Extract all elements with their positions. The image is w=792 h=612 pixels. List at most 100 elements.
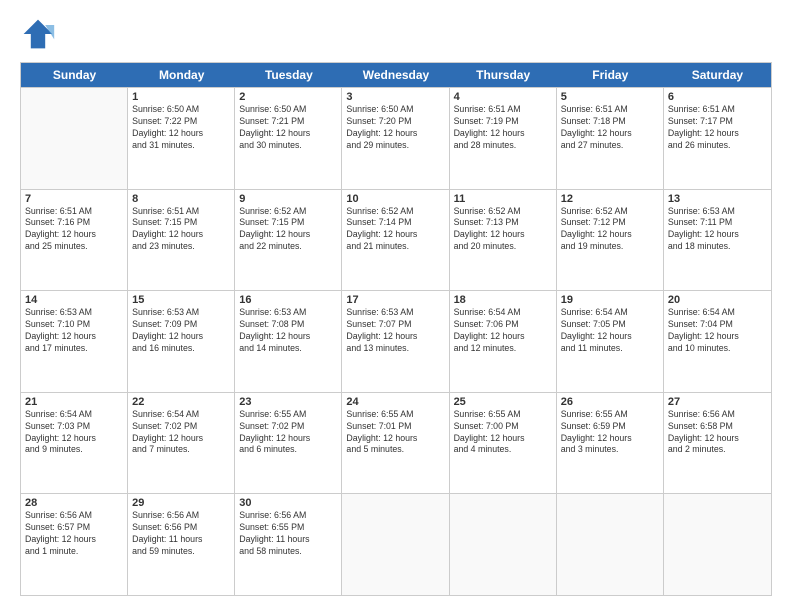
day-number: 21 — [25, 396, 123, 408]
day-info: Sunrise: 6:50 AM Sunset: 7:22 PM Dayligh… — [132, 104, 230, 152]
day-number: 19 — [561, 294, 659, 306]
day-number: 22 — [132, 396, 230, 408]
day-info: Sunrise: 6:53 AM Sunset: 7:07 PM Dayligh… — [346, 307, 444, 355]
day-info: Sunrise: 6:51 AM Sunset: 7:17 PM Dayligh… — [668, 104, 767, 152]
header-day-friday: Friday — [557, 63, 664, 87]
day-cell-7: 7Sunrise: 6:51 AM Sunset: 7:16 PM Daylig… — [21, 190, 128, 291]
day-number: 14 — [25, 294, 123, 306]
day-info: Sunrise: 6:52 AM Sunset: 7:15 PM Dayligh… — [239, 206, 337, 254]
day-cell-18: 18Sunrise: 6:54 AM Sunset: 7:06 PM Dayli… — [450, 291, 557, 392]
day-info: Sunrise: 6:54 AM Sunset: 7:03 PM Dayligh… — [25, 409, 123, 457]
day-info: Sunrise: 6:51 AM Sunset: 7:15 PM Dayligh… — [132, 206, 230, 254]
day-cell-3: 3Sunrise: 6:50 AM Sunset: 7:20 PM Daylig… — [342, 88, 449, 189]
page: SundayMondayTuesdayWednesdayThursdayFrid… — [0, 0, 792, 612]
day-number: 11 — [454, 193, 552, 205]
day-info: Sunrise: 6:53 AM Sunset: 7:09 PM Dayligh… — [132, 307, 230, 355]
day-number: 6 — [668, 91, 767, 103]
day-cell-29: 29Sunrise: 6:56 AM Sunset: 6:56 PM Dayli… — [128, 494, 235, 595]
day-number: 9 — [239, 193, 337, 205]
day-cell-1: 1Sunrise: 6:50 AM Sunset: 7:22 PM Daylig… — [128, 88, 235, 189]
day-number: 26 — [561, 396, 659, 408]
day-cell-12: 12Sunrise: 6:52 AM Sunset: 7:12 PM Dayli… — [557, 190, 664, 291]
day-cell-15: 15Sunrise: 6:53 AM Sunset: 7:09 PM Dayli… — [128, 291, 235, 392]
day-info: Sunrise: 6:51 AM Sunset: 7:16 PM Dayligh… — [25, 206, 123, 254]
day-number: 12 — [561, 193, 659, 205]
day-info: Sunrise: 6:56 AM Sunset: 6:58 PM Dayligh… — [668, 409, 767, 457]
day-cell-19: 19Sunrise: 6:54 AM Sunset: 7:05 PM Dayli… — [557, 291, 664, 392]
day-info: Sunrise: 6:54 AM Sunset: 7:02 PM Dayligh… — [132, 409, 230, 457]
day-info: Sunrise: 6:55 AM Sunset: 7:02 PM Dayligh… — [239, 409, 337, 457]
day-cell-27: 27Sunrise: 6:56 AM Sunset: 6:58 PM Dayli… — [664, 393, 771, 494]
week-row-5: 28Sunrise: 6:56 AM Sunset: 6:57 PM Dayli… — [21, 493, 771, 595]
week-row-2: 7Sunrise: 6:51 AM Sunset: 7:16 PM Daylig… — [21, 189, 771, 291]
logo — [20, 16, 60, 52]
day-number: 25 — [454, 396, 552, 408]
empty-cell — [557, 494, 664, 595]
day-number: 16 — [239, 294, 337, 306]
day-number: 24 — [346, 396, 444, 408]
day-cell-16: 16Sunrise: 6:53 AM Sunset: 7:08 PM Dayli… — [235, 291, 342, 392]
empty-cell — [664, 494, 771, 595]
day-cell-28: 28Sunrise: 6:56 AM Sunset: 6:57 PM Dayli… — [21, 494, 128, 595]
day-cell-4: 4Sunrise: 6:51 AM Sunset: 7:19 PM Daylig… — [450, 88, 557, 189]
day-number: 7 — [25, 193, 123, 205]
day-info: Sunrise: 6:54 AM Sunset: 7:04 PM Dayligh… — [668, 307, 767, 355]
day-number: 1 — [132, 91, 230, 103]
day-info: Sunrise: 6:53 AM Sunset: 7:08 PM Dayligh… — [239, 307, 337, 355]
day-cell-11: 11Sunrise: 6:52 AM Sunset: 7:13 PM Dayli… — [450, 190, 557, 291]
calendar: SundayMondayTuesdayWednesdayThursdayFrid… — [20, 62, 772, 596]
day-cell-6: 6Sunrise: 6:51 AM Sunset: 7:17 PM Daylig… — [664, 88, 771, 189]
day-number: 8 — [132, 193, 230, 205]
day-cell-5: 5Sunrise: 6:51 AM Sunset: 7:18 PM Daylig… — [557, 88, 664, 189]
day-info: Sunrise: 6:52 AM Sunset: 7:14 PM Dayligh… — [346, 206, 444, 254]
day-cell-9: 9Sunrise: 6:52 AM Sunset: 7:15 PM Daylig… — [235, 190, 342, 291]
day-number: 13 — [668, 193, 767, 205]
day-number: 17 — [346, 294, 444, 306]
day-info: Sunrise: 6:51 AM Sunset: 7:18 PM Dayligh… — [561, 104, 659, 152]
empty-cell — [450, 494, 557, 595]
week-row-3: 14Sunrise: 6:53 AM Sunset: 7:10 PM Dayli… — [21, 290, 771, 392]
day-info: Sunrise: 6:52 AM Sunset: 7:13 PM Dayligh… — [454, 206, 552, 254]
empty-cell — [342, 494, 449, 595]
header-day-monday: Monday — [128, 63, 235, 87]
calendar-header: SundayMondayTuesdayWednesdayThursdayFrid… — [21, 63, 771, 87]
header-day-thursday: Thursday — [450, 63, 557, 87]
day-number: 23 — [239, 396, 337, 408]
day-cell-23: 23Sunrise: 6:55 AM Sunset: 7:02 PM Dayli… — [235, 393, 342, 494]
day-cell-26: 26Sunrise: 6:55 AM Sunset: 6:59 PM Dayli… — [557, 393, 664, 494]
day-number: 3 — [346, 91, 444, 103]
day-number: 2 — [239, 91, 337, 103]
day-info: Sunrise: 6:50 AM Sunset: 7:21 PM Dayligh… — [239, 104, 337, 152]
day-cell-22: 22Sunrise: 6:54 AM Sunset: 7:02 PM Dayli… — [128, 393, 235, 494]
day-number: 30 — [239, 497, 337, 509]
day-info: Sunrise: 6:53 AM Sunset: 7:11 PM Dayligh… — [668, 206, 767, 254]
day-info: Sunrise: 6:55 AM Sunset: 6:59 PM Dayligh… — [561, 409, 659, 457]
day-info: Sunrise: 6:50 AM Sunset: 7:20 PM Dayligh… — [346, 104, 444, 152]
day-cell-21: 21Sunrise: 6:54 AM Sunset: 7:03 PM Dayli… — [21, 393, 128, 494]
day-cell-13: 13Sunrise: 6:53 AM Sunset: 7:11 PM Dayli… — [664, 190, 771, 291]
day-number: 5 — [561, 91, 659, 103]
day-info: Sunrise: 6:56 AM Sunset: 6:57 PM Dayligh… — [25, 510, 123, 558]
logo-icon — [20, 16, 56, 52]
day-cell-24: 24Sunrise: 6:55 AM Sunset: 7:01 PM Dayli… — [342, 393, 449, 494]
day-number: 15 — [132, 294, 230, 306]
day-cell-17: 17Sunrise: 6:53 AM Sunset: 7:07 PM Dayli… — [342, 291, 449, 392]
day-cell-8: 8Sunrise: 6:51 AM Sunset: 7:15 PM Daylig… — [128, 190, 235, 291]
week-row-4: 21Sunrise: 6:54 AM Sunset: 7:03 PM Dayli… — [21, 392, 771, 494]
day-info: Sunrise: 6:53 AM Sunset: 7:10 PM Dayligh… — [25, 307, 123, 355]
day-number: 29 — [132, 497, 230, 509]
day-number: 28 — [25, 497, 123, 509]
day-info: Sunrise: 6:56 AM Sunset: 6:56 PM Dayligh… — [132, 510, 230, 558]
header — [20, 16, 772, 52]
header-day-tuesday: Tuesday — [235, 63, 342, 87]
header-day-sunday: Sunday — [21, 63, 128, 87]
calendar-body: 1Sunrise: 6:50 AM Sunset: 7:22 PM Daylig… — [21, 87, 771, 595]
header-day-wednesday: Wednesday — [342, 63, 449, 87]
day-number: 18 — [454, 294, 552, 306]
day-cell-30: 30Sunrise: 6:56 AM Sunset: 6:55 PM Dayli… — [235, 494, 342, 595]
day-cell-10: 10Sunrise: 6:52 AM Sunset: 7:14 PM Dayli… — [342, 190, 449, 291]
day-info: Sunrise: 6:56 AM Sunset: 6:55 PM Dayligh… — [239, 510, 337, 558]
day-cell-2: 2Sunrise: 6:50 AM Sunset: 7:21 PM Daylig… — [235, 88, 342, 189]
day-number: 20 — [668, 294, 767, 306]
empty-cell — [21, 88, 128, 189]
